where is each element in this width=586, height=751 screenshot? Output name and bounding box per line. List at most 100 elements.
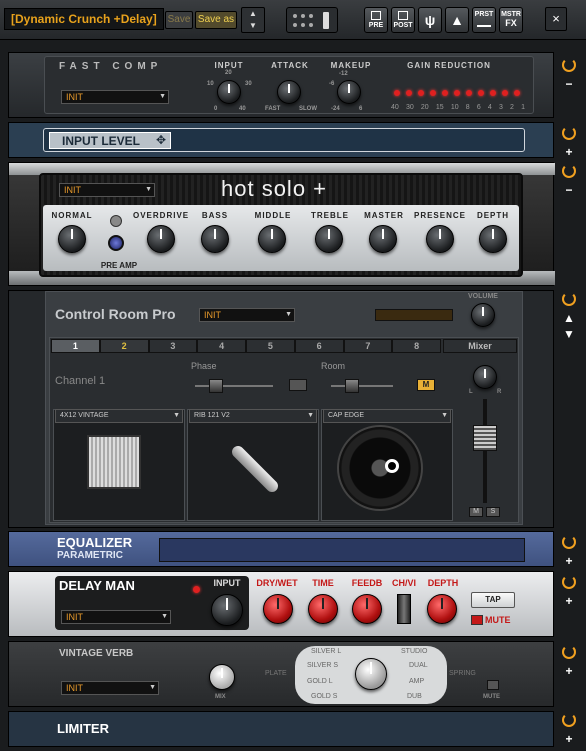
room-slider-handle[interactable] — [345, 379, 359, 393]
mic-position-target-icon[interactable] — [385, 459, 399, 473]
control-room-power-icon[interactable] — [562, 292, 576, 306]
vintage-verb-power-icon[interactable] — [562, 645, 576, 659]
overdrive-knob[interactable] — [147, 225, 175, 253]
master-fx-button[interactable]: MSTR FX — [499, 7, 523, 33]
verb-type-amp[interactable]: AMP — [409, 678, 424, 685]
knob-label-overdrive: OVERDRIVE — [133, 211, 190, 220]
dry-wet-knob[interactable] — [263, 594, 293, 624]
comp-input-knob[interactable] — [217, 80, 241, 104]
vintage-verb-preset-dropdown[interactable]: INIT — [61, 681, 159, 695]
amp-rack-window: [Dynamic Crunch +Delay] Save Save as ▲ ▼… — [0, 0, 586, 751]
save-as-button[interactable]: Save as — [195, 11, 237, 29]
speaker-dropdown[interactable]: CAP EDGE — [323, 409, 451, 423]
control-room-down-icon[interactable]: ▼ — [558, 326, 580, 342]
presence-knob[interactable] — [426, 225, 454, 253]
control-room-up-icon[interactable]: ▲ — [558, 310, 580, 326]
verb-type-studio[interactable]: STUDIO — [401, 648, 427, 655]
bass-knob[interactable] — [201, 225, 229, 253]
master-knob[interactable] — [369, 225, 397, 253]
input-level-module: INPUT LEVEL ✥ — [8, 122, 554, 158]
tab-channel-2[interactable]: 2 — [99, 339, 149, 353]
preset-up-arrow-icon[interactable]: ▲ — [242, 8, 264, 20]
verb-type-dual[interactable]: DUAL — [409, 662, 428, 669]
tab-channel-4[interactable]: 4 — [197, 339, 246, 353]
control-room-preset-dropdown[interactable]: INIT — [199, 308, 295, 322]
input-level-power-icon[interactable] — [562, 126, 576, 140]
preset-name-field[interactable]: [Dynamic Crunch +Delay] — [4, 8, 164, 30]
limiter-add-icon[interactable]: + — [558, 731, 580, 747]
verb-type-silver-l[interactable]: SILVER L — [311, 648, 341, 655]
feedback-knob[interactable] — [352, 594, 382, 624]
tab-channel-1[interactable]: 1 — [51, 339, 100, 353]
equalizer-power-icon[interactable] — [562, 535, 576, 549]
input-level-title-box[interactable]: INPUT LEVEL ✥ — [49, 132, 171, 149]
preset-switch-button[interactable]: PRST — [472, 7, 496, 33]
ch-vi-switch[interactable] — [397, 594, 411, 624]
mixer-tab[interactable]: Mixer — [443, 339, 517, 353]
mic-dropdown[interactable]: RIB 121 V2 — [189, 409, 317, 423]
delay-input-knob[interactable] — [211, 594, 243, 626]
preamp-toggle[interactable] — [110, 215, 122, 227]
mixer-solo-button[interactable]: S — [486, 507, 500, 517]
post-button[interactable]: POST — [391, 7, 415, 33]
tuner-button[interactable]: ψ — [418, 7, 442, 33]
fast-comp-power-icon[interactable] — [562, 58, 576, 72]
delay-mute-button[interactable] — [471, 615, 483, 625]
delay-man-add-icon[interactable]: + — [558, 593, 580, 609]
hot-solo-preset-dropdown[interactable]: INIT — [59, 183, 155, 197]
delay-man-preset-dropdown[interactable]: INIT — [61, 610, 171, 624]
close-icon[interactable]: × — [545, 7, 567, 31]
rack-view-button[interactable] — [286, 7, 338, 33]
normal-knob[interactable] — [58, 225, 86, 253]
limiter-power-icon[interactable] — [562, 713, 576, 727]
room-slider[interactable] — [331, 385, 393, 387]
tab-channel-5[interactable]: 5 — [246, 339, 295, 353]
cab-dropdown[interactable]: 4X12 VINTAGE — [55, 409, 183, 423]
hot-solo-power-icon[interactable] — [562, 164, 576, 178]
tap-button[interactable]: TAP — [471, 592, 515, 608]
verb-mix-knob[interactable] — [209, 664, 235, 690]
phase-slider-handle[interactable] — [209, 379, 223, 393]
spring-label: SPRING — [449, 670, 476, 677]
time-knob[interactable] — [308, 594, 338, 624]
pre-button[interactable]: PRE — [364, 7, 388, 33]
phase-slider[interactable] — [195, 385, 273, 387]
metronome-button[interactable]: ▲ — [445, 7, 469, 33]
verb-type-gold-s[interactable]: GOLD S — [311, 693, 337, 700]
verb-mute-button[interactable] — [487, 680, 499, 690]
tab-channel-7[interactable]: 7 — [343, 339, 393, 353]
fast-comp-preset-dropdown[interactable]: INIT — [61, 90, 169, 104]
attack-knob[interactable] — [277, 80, 301, 104]
tab-channel-8[interactable]: 8 — [392, 339, 441, 353]
volume-knob[interactable] — [471, 303, 495, 327]
treble-knob[interactable] — [315, 225, 343, 253]
delay-man-title: DELAY MAN — [59, 578, 135, 593]
limiter-side-controls: + — [558, 713, 580, 747]
verb-type-silver-s[interactable]: SILVER S — [307, 662, 338, 669]
equalizer-add-icon[interactable]: + — [558, 553, 580, 569]
input-level-add-icon[interactable]: + — [558, 144, 580, 160]
phase-led-button[interactable] — [289, 379, 307, 391]
room-m-button[interactable]: M — [417, 379, 435, 391]
hot-solo-remove-icon[interactable]: − — [558, 182, 580, 198]
pre-icon — [371, 11, 381, 20]
tab-channel-3[interactable]: 3 — [148, 339, 198, 353]
fast-comp-remove-icon[interactable]: − — [558, 76, 580, 92]
verb-type-knob[interactable] — [355, 658, 387, 690]
middle-knob[interactable] — [258, 225, 286, 253]
preset-down-arrow-icon[interactable]: ▼ — [242, 20, 264, 32]
gr-tick: 40 — [391, 104, 399, 111]
equalizer-graph[interactable] — [159, 538, 525, 562]
makeup-knob[interactable] — [337, 80, 361, 104]
depth-knob[interactable] — [479, 225, 507, 253]
verb-type-gold-l[interactable]: GOLD L — [307, 678, 333, 685]
verb-type-dub[interactable]: DUB — [407, 693, 422, 700]
save-button[interactable]: Save — [165, 11, 193, 29]
mixer-fader-handle[interactable] — [473, 425, 497, 451]
delay-man-power-icon[interactable] — [562, 575, 576, 589]
mixer-pan-knob[interactable] — [473, 365, 497, 389]
tab-channel-6[interactable]: 6 — [294, 339, 344, 353]
delay-depth-knob[interactable] — [427, 594, 457, 624]
mixer-mute-button[interactable]: M — [469, 507, 483, 517]
vintage-verb-add-icon[interactable]: + — [558, 663, 580, 679]
